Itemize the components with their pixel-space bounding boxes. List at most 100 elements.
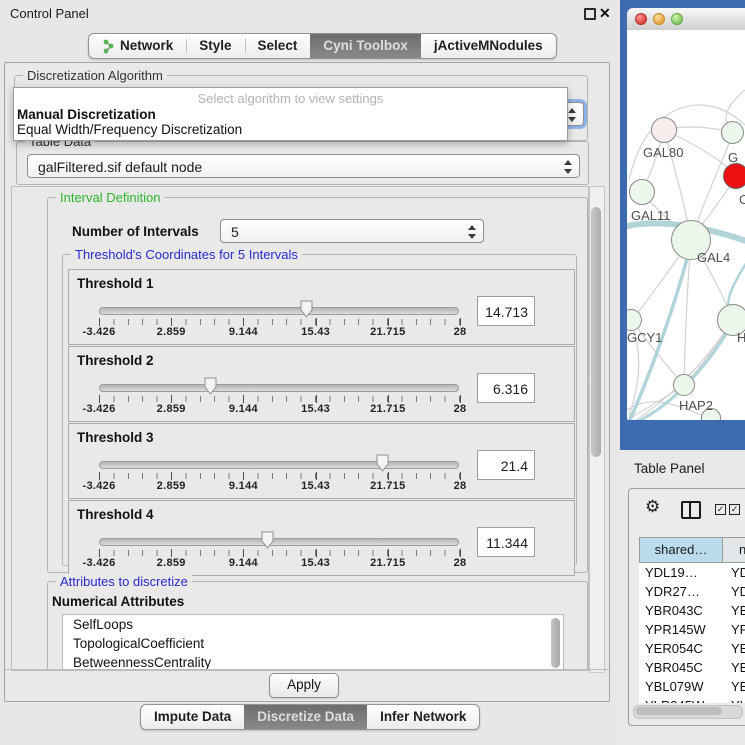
threshold-2-label: Threshold 2 bbox=[77, 353, 154, 368]
number-of-intervals-value: 5 bbox=[231, 224, 239, 240]
network-node[interactable] bbox=[629, 179, 655, 205]
column-header-name[interactable]: n bbox=[723, 537, 745, 563]
table-data-value: galFiltered.sif default node bbox=[38, 159, 202, 175]
combo-arrows-icon bbox=[467, 225, 476, 239]
slider-ticks bbox=[99, 473, 460, 479]
threshold-4-box: Threshold 4 -3.4262.8599.144 15.4321.715… bbox=[68, 500, 575, 576]
columns-icon[interactable] bbox=[681, 501, 701, 519]
network-icon bbox=[102, 39, 115, 54]
threshold-2-slider-track[interactable] bbox=[99, 384, 459, 392]
slider-scale-labels: -3.4262.8599.144 15.4321.71528 bbox=[99, 403, 460, 415]
dropdown-option-manual[interactable]: Manual Discretization bbox=[17, 107, 156, 122]
node-label: HAP2 bbox=[679, 398, 713, 413]
top-tab-bar: Network Style Select Cyni Toolbox jActiv… bbox=[88, 33, 557, 59]
table-row[interactable]: YER054CYER0 bbox=[639, 639, 745, 658]
cyni-toolbox-panel: Discretization Algorithm Select algorith… bbox=[4, 62, 610, 702]
threshold-1-value-field[interactable]: 14.713 bbox=[477, 296, 535, 326]
node-label: GAL4 bbox=[697, 250, 730, 265]
close-icon[interactable]: ✕ bbox=[599, 5, 611, 22]
threshold-2-slider-thumb[interactable] bbox=[203, 376, 218, 396]
threshold-1-label: Threshold 1 bbox=[77, 276, 154, 291]
slider-scale-labels: -3.4262.8599.144 15.4321.71528 bbox=[99, 557, 460, 569]
threshold-1-slider-track[interactable] bbox=[99, 307, 459, 315]
node-label: H bbox=[737, 330, 745, 345]
node-label: GCY1 bbox=[627, 330, 662, 345]
attributes-groupbox: Attributes to discretize Numerical Attri… bbox=[47, 581, 588, 671]
tab-cyni-toolbox[interactable]: Cyni Toolbox bbox=[310, 34, 421, 58]
combo-arrows-icon bbox=[563, 160, 572, 174]
control-panel-window: Control Panel ✕ Network Style Select Cyn… bbox=[0, 0, 613, 745]
slider-scale-labels: -3.4262.8599.144 15.4321.71528 bbox=[99, 326, 460, 338]
network-node[interactable] bbox=[651, 117, 677, 143]
tab-select[interactable]: Select bbox=[245, 34, 311, 58]
slider-ticks bbox=[99, 396, 460, 402]
list-item[interactable]: SelfLoops bbox=[63, 615, 563, 634]
algorithm-dropdown-popup: Select algorithm to view settings Manual… bbox=[13, 87, 568, 141]
network-window: GAL80 G C GAL11 GAL4 GCY1 H HAP2 bbox=[620, 0, 745, 450]
dropdown-option-equal-width[interactable]: Equal Width/Frequency Discretization bbox=[17, 122, 242, 137]
gear-icon[interactable]: ⚙ bbox=[645, 497, 660, 517]
threshold-4-slider-thumb[interactable] bbox=[260, 530, 275, 550]
threshold-4-value-field[interactable]: 11.344 bbox=[477, 527, 535, 557]
threshold-3-slider-thumb[interactable] bbox=[375, 453, 390, 473]
close-traffic-light[interactable] bbox=[635, 13, 647, 25]
node-label: C bbox=[739, 192, 745, 207]
table-row[interactable]: YDR27…YDR2 bbox=[639, 582, 745, 601]
network-node[interactable] bbox=[673, 374, 695, 396]
minimize-traffic-light[interactable] bbox=[653, 13, 665, 25]
thresholds-groupbox: Threshold's Coordinates for 5 Intervals … bbox=[62, 254, 577, 566]
combo-arrows-icon bbox=[567, 108, 576, 122]
threshold-4-slider-track[interactable] bbox=[99, 538, 459, 546]
numerical-attributes-label: Numerical Attributes bbox=[52, 594, 184, 609]
apply-button[interactable]: Apply bbox=[269, 673, 339, 698]
table-panel-body: ⚙ ✓ ✓ shared… n YDL19…YDL1 YDR27…YDR2 YB… bbox=[628, 488, 745, 726]
interval-definition-groupbox: Interval Definition Number of Intervals … bbox=[47, 197, 588, 573]
threshold-3-value-field[interactable]: 21.4 bbox=[477, 450, 535, 480]
table-row[interactable]: YDL19…YDL1 bbox=[639, 563, 745, 582]
threshold-2-box: Threshold 2 -3.4262.8599.144 15.4321.715… bbox=[68, 346, 575, 422]
table-data-groupbox: Table Data galFiltered.sif default node bbox=[16, 141, 589, 185]
horizontal-scrollbar[interactable] bbox=[633, 705, 743, 719]
attributes-group-title: Attributes to discretize bbox=[56, 574, 192, 589]
table-row[interactable]: YBR043CYBR0 bbox=[639, 601, 745, 620]
tab-jactivemnodules[interactable]: jActiveMNodules bbox=[421, 34, 556, 58]
threshold-4-label: Threshold 4 bbox=[77, 507, 154, 522]
tab-style[interactable]: Style bbox=[186, 34, 244, 58]
scrollbar-thumb[interactable] bbox=[636, 707, 722, 715]
network-window-titlebar[interactable] bbox=[627, 8, 745, 31]
checkbox-icon[interactable]: ✓ bbox=[715, 504, 726, 515]
threshold-3-slider-track[interactable] bbox=[99, 461, 459, 469]
screen: Control Panel ✕ Network Style Select Cyn… bbox=[0, 0, 745, 745]
table-panel: Table Panel ⚙ ✓ ✓ shared… n YDL19…YDL1 Y… bbox=[620, 450, 745, 745]
threshold-3-box: Threshold 3 -3.4262.8599.144 15.4321.715… bbox=[68, 423, 575, 499]
settings-scrollbar[interactable] bbox=[589, 186, 605, 673]
tab-infer-network[interactable]: Infer Network bbox=[367, 705, 479, 729]
checkbox-icon[interactable]: ✓ bbox=[729, 504, 740, 515]
table-data-combo[interactable]: galFiltered.sif default node bbox=[27, 154, 580, 178]
table-row[interactable]: YLR345WYLR3 bbox=[639, 696, 745, 703]
threshold-2-value-field[interactable]: 6.316 bbox=[477, 373, 535, 403]
threshold-1-box: Threshold 1 -3.4262.8599.144 15.4321.715… bbox=[68, 269, 575, 345]
float-window-icon[interactable] bbox=[584, 8, 596, 20]
dropdown-hint: Select algorithm to view settings bbox=[14, 91, 567, 106]
table-row[interactable]: YPR145WYPR1 bbox=[639, 620, 745, 639]
list-item[interactable]: TopologicalCoefficient bbox=[63, 634, 563, 653]
settings-viewport: Interval Definition Number of Intervals … bbox=[11, 186, 589, 671]
list-scrollbar[interactable] bbox=[551, 618, 560, 668]
scrollbar-thumb[interactable] bbox=[591, 207, 601, 457]
zoom-traffic-light[interactable] bbox=[671, 13, 683, 25]
threshold-3-label: Threshold 3 bbox=[77, 430, 154, 445]
threshold-1-slider-thumb[interactable] bbox=[299, 299, 314, 319]
tab-discretize-data[interactable]: Discretize Data bbox=[244, 705, 367, 729]
tab-impute-data[interactable]: Impute Data bbox=[141, 705, 244, 729]
thresholds-group-title: Threshold's Coordinates for 5 Intervals bbox=[71, 247, 302, 262]
network-node[interactable] bbox=[721, 121, 744, 144]
network-canvas[interactable]: GAL80 G C GAL11 GAL4 GCY1 H HAP2 bbox=[627, 30, 745, 420]
number-of-intervals-combo[interactable]: 5 bbox=[220, 219, 484, 243]
table-row[interactable]: YBL079WYBL0 bbox=[639, 677, 745, 696]
column-header-shared[interactable]: shared… bbox=[639, 537, 723, 563]
network-node-selected[interactable] bbox=[723, 163, 745, 189]
panel-title: Control Panel bbox=[10, 6, 89, 21]
table-row[interactable]: YBR045CYBR0 bbox=[639, 658, 745, 677]
tab-network[interactable]: Network bbox=[89, 34, 186, 58]
